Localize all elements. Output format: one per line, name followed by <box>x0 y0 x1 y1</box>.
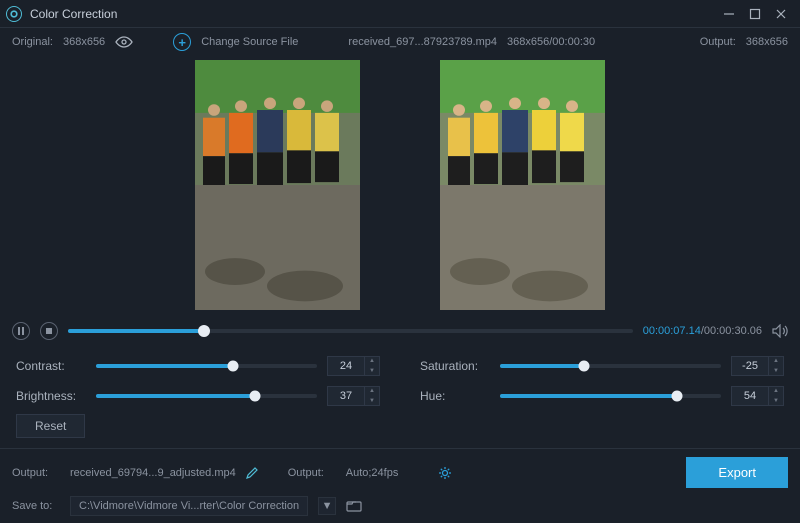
contrast-stepper[interactable]: 24▲▼ <box>327 356 380 376</box>
saturation-row: Saturation: -25▲▼ <box>420 356 784 376</box>
saturation-stepper[interactable]: -25▲▼ <box>731 356 784 376</box>
close-button[interactable] <box>768 4 794 24</box>
sliders-panel: Contrast: 24▲▼ Saturation: -25▲▼ Brightn… <box>0 346 800 406</box>
brightness-row: Brightness: 37▲▼ <box>16 386 380 406</box>
save-path-dropdown[interactable]: ▼ <box>318 497 336 515</box>
seek-slider[interactable] <box>68 329 633 333</box>
window-title: Color Correction <box>30 7 117 21</box>
output-row: Output: received_69794...9_adjusted.mp4 … <box>12 457 788 488</box>
export-button[interactable]: Export <box>686 457 788 488</box>
titlebar: Color Correction <box>0 0 800 28</box>
saturation-slider[interactable] <box>500 364 721 368</box>
contrast-label: Contrast: <box>16 359 86 373</box>
original-label: Original: <box>12 36 53 48</box>
hue-label: Hue: <box>420 389 490 403</box>
source-filename: received_697...87923789.mp4 <box>348 36 497 48</box>
hue-slider[interactable] <box>500 394 721 398</box>
output-format-label: Output: <box>288 467 336 479</box>
contrast-row: Contrast: 24▲▼ <box>16 356 380 376</box>
info-row: Original: 368x656 + Change Source File r… <box>0 28 800 56</box>
stop-button[interactable] <box>40 322 58 340</box>
save-to-label: Save to: <box>12 500 60 512</box>
preview-area <box>0 56 800 316</box>
change-source-button[interactable]: Change Source File <box>201 36 298 48</box>
reset-button[interactable]: Reset <box>16 414 85 438</box>
app-icon <box>6 6 22 22</box>
edit-filename-icon[interactable] <box>246 467 258 479</box>
save-row: Save to: C:\Vidmore\Vidmore Vi...rter\Co… <box>12 496 788 516</box>
pause-button[interactable] <box>12 322 30 340</box>
volume-icon[interactable] <box>772 324 788 338</box>
original-dims: 368x656 <box>63 36 105 48</box>
output-label: Output: <box>700 36 736 48</box>
output-dims: 368x656 <box>746 36 788 48</box>
brightness-label: Brightness: <box>16 389 86 403</box>
minimize-button[interactable] <box>716 4 742 24</box>
hue-stepper[interactable]: 54▲▼ <box>731 386 784 406</box>
hue-row: Hue: 54▲▼ <box>420 386 784 406</box>
output-filename: received_69794...9_adjusted.mp4 <box>70 467 236 479</box>
time-current: 00:00:07.14 <box>643 325 701 337</box>
source-meta: 368x656/00:00:30 <box>507 36 595 48</box>
settings-icon[interactable] <box>438 466 452 480</box>
brightness-stepper[interactable]: 37▲▼ <box>327 386 380 406</box>
timecode: 00:00:07.14/00:00:30.06 <box>643 325 762 337</box>
output-file-label: Output: <box>12 467 60 479</box>
open-folder-icon[interactable] <box>346 500 362 512</box>
output-format: Auto;24fps <box>346 467 399 479</box>
contrast-slider[interactable] <box>96 364 317 368</box>
brightness-slider[interactable] <box>96 394 317 398</box>
maximize-button[interactable] <box>742 4 768 24</box>
saturation-label: Saturation: <box>420 359 490 373</box>
eye-icon[interactable] <box>115 36 133 48</box>
playback-row: 00:00:07.14/00:00:30.06 <box>0 316 800 346</box>
time-total: /00:00:30.06 <box>701 325 762 337</box>
original-preview <box>195 60 360 310</box>
save-path[interactable]: C:\Vidmore\Vidmore Vi...rter\Color Corre… <box>70 496 308 516</box>
output-preview <box>440 60 605 310</box>
add-source-icon[interactable]: + <box>173 33 191 51</box>
